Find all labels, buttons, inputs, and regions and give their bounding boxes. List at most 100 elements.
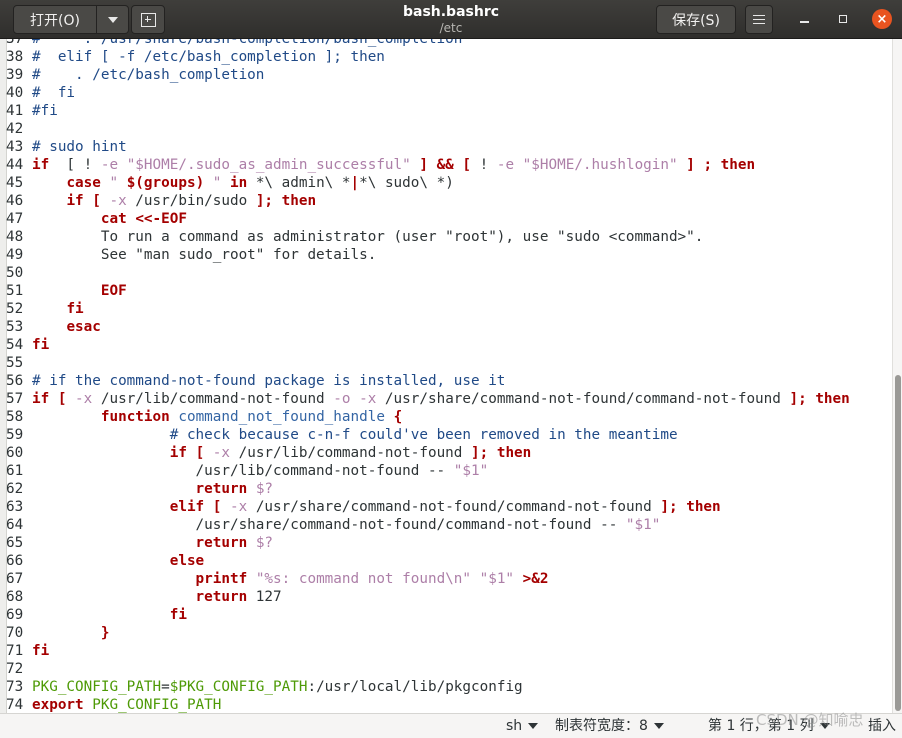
- line-content: case " $(groups) " in *\ admin\ *|*\ sud…: [32, 175, 453, 191]
- open-button[interactable]: 打开(O): [13, 5, 97, 34]
- code-line: 65 return $?: [0, 534, 850, 552]
- line-content: fi: [32, 301, 84, 317]
- code-token: in: [230, 175, 248, 191]
- line-number: 66: [6, 553, 24, 569]
- minimize-button[interactable]: [794, 9, 814, 29]
- code-token: [ !: [49, 157, 101, 173]
- code-token: ];: [471, 445, 489, 461]
- open-button-group: 打开(O): [13, 5, 129, 34]
- code-line: 47 cat <<-EOF: [0, 210, 850, 228]
- code-token: fi: [66, 301, 84, 317]
- line-content: See "man sudo_root" for details.: [32, 247, 376, 263]
- code-token: ];: [660, 499, 678, 515]
- code-line: 54 fi: [0, 336, 850, 354]
- code-token: then: [281, 193, 317, 209]
- line-content: cat <<-EOF: [32, 211, 187, 227]
- insert-mode: 插入: [868, 718, 896, 734]
- text-editor[interactable]: 37 # . /usr/share/bash-completion/bash_co…: [0, 39, 890, 713]
- line-content: /usr/lib/command-not-found -- "$1": [32, 463, 489, 479]
- line-number: 54: [6, 337, 24, 353]
- code-token: *\ admin\ *: [247, 175, 351, 191]
- code-token: PKG_CONFIG_PATH: [32, 679, 162, 695]
- code-token: -x: [230, 499, 248, 515]
- code-token: printf: [195, 571, 248, 587]
- code-token: |: [350, 175, 360, 191]
- code-line: 45 case " $(groups) " in *\ admin\ *|*\ …: [0, 174, 850, 192]
- code-line: 51 EOF: [0, 282, 850, 300]
- line-content: return 127: [32, 589, 282, 605]
- code-token: then: [815, 391, 850, 407]
- line-content: # . /usr/share/bash-completion/bash_comp…: [32, 39, 462, 47]
- scrollbar-thumb[interactable]: [895, 375, 901, 711]
- code-line: 37 # . /usr/share/bash-completion/bash_co…: [0, 39, 850, 48]
- line-number: 53: [6, 319, 24, 335]
- code-line: 63 elif [ -x /usr/share/command-not-foun…: [0, 498, 850, 516]
- code-token: /usr/bin/sudo: [126, 193, 256, 209]
- code-token: $(groups): [126, 175, 205, 191]
- line-number: 67: [6, 571, 24, 587]
- code-line: 41 #fi: [0, 102, 850, 120]
- code-token: /usr/lib/command-not-found --: [32, 463, 454, 479]
- line-content: fi: [32, 337, 49, 353]
- cursor-position[interactable]: 第 1 行，第 1 列: [708, 717, 830, 735]
- code-token: ];: [789, 391, 807, 407]
- code-line: 48 To run a command as administrator (us…: [0, 228, 850, 246]
- close-button[interactable]: ×: [872, 9, 892, 29]
- line-content: # check because c-n-f could've been remo…: [32, 427, 678, 443]
- code-line: 67 printf "%s: command not found\n" "$1"…: [0, 570, 850, 588]
- vertical-scrollbar[interactable]: [892, 39, 902, 713]
- code-token: # if the command-not-found package is in…: [32, 373, 506, 389]
- code-line: 61 /usr/lib/command-not-found -- "$1": [0, 462, 850, 480]
- line-number: 73: [6, 679, 24, 695]
- new-tab-button[interactable]: [131, 5, 165, 34]
- code-token: return: [195, 535, 248, 551]
- code-token: &&: [436, 157, 454, 173]
- main-menu-button[interactable]: [745, 5, 773, 34]
- code-token: }: [100, 625, 110, 641]
- maximize-button[interactable]: [833, 9, 853, 29]
- code-token: =: [161, 679, 170, 695]
- line-number: 56: [6, 373, 24, 389]
- line-content: # elif [ -f /etc/bash_completion ]; then: [32, 49, 385, 65]
- status-bar: sh 制表符宽度：8 第 1 行，第 1 列 插入: [0, 713, 902, 738]
- line-number: 44: [6, 157, 24, 173]
- code-token: ;: [703, 157, 713, 173]
- code-line: 43 # sudo hint: [0, 138, 850, 156]
- code-line: 44 if [ ! -e "$HOME/.sudo_as_admin_succes…: [0, 156, 850, 174]
- save-button[interactable]: 保存(S): [656, 5, 736, 34]
- code-token: /usr/lib/command-not-found: [230, 445, 472, 461]
- code-token: /usr/share/command-not-found/command-not…: [247, 499, 661, 515]
- line-number: 49: [6, 247, 24, 263]
- code-token: esac: [66, 319, 101, 335]
- tab-width-label: 制表符宽度：8: [555, 718, 648, 734]
- open-menu-button[interactable]: [97, 5, 129, 34]
- code-token: :/usr/local/lib/pkgconfig: [307, 679, 523, 695]
- language-selector[interactable]: sh: [506, 717, 539, 735]
- code-line: 70 }: [0, 624, 850, 642]
- code-token: -e: [496, 157, 515, 173]
- code-token: "$1": [625, 517, 661, 533]
- code-token: [: [195, 445, 205, 461]
- code-token: {: [393, 409, 403, 425]
- code-token: # . /usr/share/bash-completion/bash_comp…: [32, 39, 463, 47]
- chevron-down-icon: [653, 723, 664, 729]
- tab-width-selector[interactable]: 制表符宽度：8: [555, 717, 664, 735]
- line-content: fi: [32, 643, 49, 659]
